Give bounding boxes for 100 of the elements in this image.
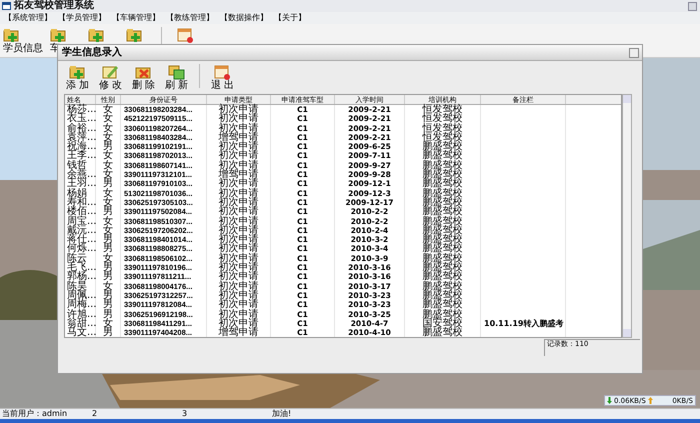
table-cell: 俞裕... — [65, 124, 96, 133]
table-cell: 男 — [96, 310, 121, 319]
table-cell: 初次申请 — [207, 263, 271, 272]
table-cell: 何烁... — [65, 244, 96, 254]
table-cell: 男 — [96, 142, 121, 152]
table-cell: 男 — [96, 290, 121, 300]
table-cell: 陈昊 — [65, 282, 96, 291]
table-cell: 余燕... — [65, 170, 96, 180]
table-cell: 周佩... — [65, 290, 96, 300]
table-cell: 初次申请 — [207, 318, 271, 328]
table-cell: 10.11.19转入鹏盛考 — [481, 318, 566, 328]
table-cell: 初次申请 — [207, 105, 271, 114]
table-cell: 鹏盛驾校 — [405, 160, 481, 170]
table-cell: 男 — [96, 263, 121, 272]
table-cell: 鹏盛驾校 — [405, 235, 481, 244]
folder-plus-icon[interactable] — [126, 27, 143, 43]
table-cell: 女 — [96, 124, 121, 133]
table-cell: 王羽... — [65, 179, 96, 189]
table-cell: 楼佰... — [65, 207, 96, 217]
table-cell: 增驾申请 — [207, 132, 271, 142]
status-text: 3 — [181, 409, 188, 419]
table-cell: 周梅... — [65, 300, 96, 310]
table-cell: 初次申请 — [207, 282, 271, 291]
table-cell: 男 — [96, 179, 121, 189]
table-cell: 男 — [96, 244, 121, 254]
menu-item[interactable]: 【数据操作】 — [220, 13, 268, 23]
table-cell: 鹏盛驾校 — [405, 254, 481, 264]
table-cell: 鹏盛驾校 — [405, 198, 481, 208]
table-cell: 鹏盛驾校 — [405, 142, 481, 152]
window-control[interactable] — [688, 2, 697, 10]
table-cell: 鹏盛驾校 — [405, 151, 481, 161]
table-cell: 初次申请 — [207, 207, 271, 217]
calendar-stop-icon[interactable] — [177, 27, 194, 43]
table-cell: 男 — [96, 235, 121, 244]
table-cell: 增驾申请 — [207, 328, 271, 337]
table-cell: 鹏盛驾校 — [405, 290, 481, 300]
menu-item[interactable]: 【关于】 — [274, 13, 306, 23]
table-cell: 杨娟 — [65, 188, 96, 198]
status-text: 2 — [91, 409, 98, 419]
table-cell: 鹏盛驾校 — [405, 226, 481, 236]
table-cell: 初次申请 — [207, 300, 271, 310]
table-cell: 初次申请 — [207, 124, 271, 133]
folder-plus-icon — [69, 64, 86, 80]
table-cell: 许旭... — [65, 310, 96, 319]
toolbar-button[interactable]: 删 除 — [127, 64, 160, 91]
toolbar-button[interactable]: 添 加 — [61, 64, 94, 91]
table-cell: 初次申请 — [207, 226, 271, 236]
table-cell: 女 — [96, 282, 121, 291]
table-cell: 戴沅... — [65, 226, 96, 236]
download-arrow-icon — [607, 397, 612, 404]
table-cell: 郭杨... — [65, 272, 96, 282]
table-cell: 女 — [96, 254, 121, 264]
table-cell: 鹏盛驾校 — [405, 263, 481, 272]
table-cell: 初次申请 — [207, 254, 271, 264]
table-cell: 蒋仕... — [65, 235, 96, 244]
table-cell: 初次申请 — [207, 310, 271, 319]
table-cell: 鹏盛驾校 — [405, 328, 481, 337]
table-cell: 初次申请 — [207, 198, 271, 208]
folder-plus-icon — [3, 27, 20, 43]
table-cell: 杨莎... — [65, 105, 96, 114]
calendar-stop-icon — [214, 64, 231, 80]
table-cell: 陈云 — [65, 254, 96, 264]
toolbar-button[interactable]: 刷 新 — [160, 64, 193, 91]
table-cell: 初次申请 — [207, 179, 271, 189]
table-cell: 女 — [96, 160, 121, 170]
table-cell: 初次申请 — [207, 151, 271, 161]
menu-item[interactable]: 【系统管理】 — [4, 13, 52, 23]
table-cell: 初次申请 — [207, 290, 271, 300]
menu-item[interactable]: 【车辆管理】 — [112, 13, 160, 23]
table-cell: 衣玉... — [65, 114, 96, 124]
table-cell: 女 — [96, 170, 121, 180]
folder-plus-icon — [50, 27, 67, 43]
table-cell: 国安驾校 — [405, 318, 481, 328]
folder-plus-icon[interactable] — [88, 27, 105, 43]
table-cell: 男 — [96, 272, 121, 282]
pencil-note-icon — [102, 64, 119, 80]
table-cell: 男 — [96, 328, 121, 337]
table-cell: 初次申请 — [207, 216, 271, 226]
status-text: 加油! — [271, 409, 292, 419]
table-cell: 初次申请 — [207, 114, 271, 124]
menu-item[interactable]: 【教练管理】 — [166, 13, 214, 23]
upload-arrow-icon — [648, 397, 653, 404]
table-cell: 王李... — [65, 151, 96, 161]
menu-item[interactable]: 【学员管理】 — [58, 13, 106, 23]
scrollbar[interactable] — [622, 94, 632, 338]
table-cell: 女 — [96, 105, 121, 114]
toolbar-button[interactable]: 修 改 — [94, 64, 127, 91]
toolbar-button[interactable]: 退 出 — [206, 64, 239, 91]
table-cell: 女 — [96, 151, 121, 161]
window-control[interactable] — [629, 48, 639, 58]
app-icon — [2, 2, 11, 10]
window-stack-icon — [168, 64, 185, 80]
table-cell: 男 — [96, 300, 121, 310]
table-cell: 女 — [96, 216, 121, 226]
status-text: 当前用户：admin — [1, 409, 68, 419]
table-cell: 恒发驾校 — [405, 132, 481, 142]
toolbar-button[interactable]: 学员信息 — [3, 27, 41, 54]
table-cell: 女 — [96, 226, 121, 236]
table-cell: 袁萍... — [65, 132, 96, 142]
table-cell: 恒发驾校 — [405, 105, 481, 114]
